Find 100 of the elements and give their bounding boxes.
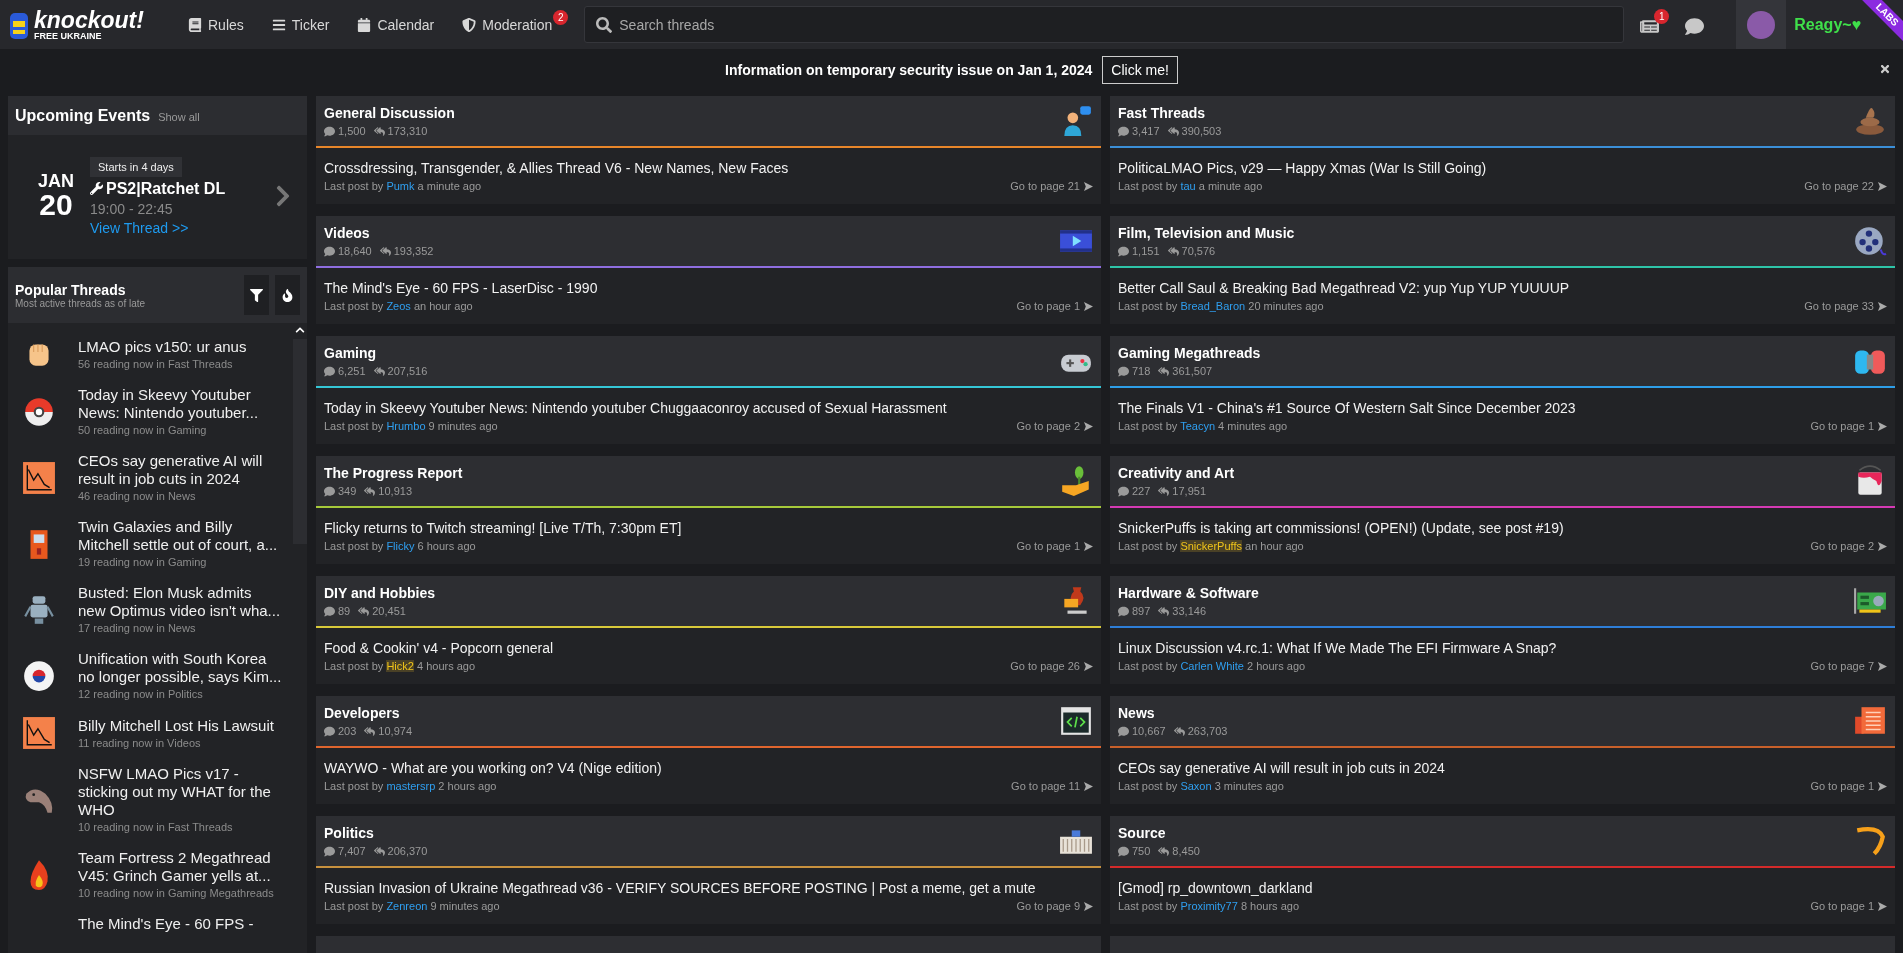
comment-icon [324,845,335,857]
popular-thread-title: Twin Galaxies and Billy Mitchell settle out of court, a... [78,518,279,554]
thread-title[interactable]: Today in Skeevy Youtuber News: Nintendo youtuber Chuggaaconroy accused of Sexual Harassment [324,400,1093,416]
popular-thread-item[interactable]: LMAO pics v150: ur anus 56 reading now in Fast Threads [22,337,293,371]
hot-button[interactable] [275,275,300,315]
thread-count: 3,417 [1132,125,1160,137]
user-link[interactable]: Carlen White [1180,660,1244,672]
user-link[interactable]: SnickerPuffs [1180,540,1242,552]
close-button[interactable] [1879,63,1891,75]
category-title[interactable]: Developers [324,705,1059,721]
thread-title[interactable]: PoliticaLMAO Pics, v29 — Happy Xmas (War Is Still Going) [1118,160,1887,176]
thread-title[interactable]: WAYWO - What are you working on? V4 (Nige edition) [324,760,1093,776]
go-to-page-link[interactable]: Go to page 9 [1016,900,1093,912]
notifications-button[interactable]: 1 [1640,9,1670,40]
chart-down-icon [22,716,56,750]
arrow-icon [1084,181,1093,191]
user-link[interactable]: Zeos [386,300,411,312]
reply-icon [1158,485,1170,497]
category-title[interactable]: Creativity and Art [1118,465,1853,481]
show-all-link[interactable]: Show all [158,111,200,123]
nav-link[interactable]: Rules [188,8,258,41]
thread-title[interactable]: SnickerPuffs is taking art commissions! (OPEN!) (Update, see post #19) [1118,520,1887,536]
arrow-icon [1878,901,1887,911]
user-link[interactable]: Zenreon [386,900,428,912]
popular-thread-item[interactable]: CEOs say generative AI will result in job cuts in 2024 46 reading now in News [22,452,293,503]
go-to-page-link[interactable]: Go to page 7 [1810,660,1887,672]
go-to-page-link[interactable]: Go to page 2 [1016,420,1093,432]
comment-icon [1118,605,1129,617]
arrow-icon [1878,421,1887,431]
category-title[interactable]: Hardware & Software [1118,585,1853,601]
go-to-page-link[interactable]: Go to page 11 [1011,780,1093,792]
reading-count: 56 reading now in Fast Threads [78,357,234,371]
go-to-page-link[interactable]: Go to page 1 [1016,300,1093,312]
popular-thread-item[interactable]: Team Fortress 2 Megathread V45: Grinch Gamer yells at... 10 reading now in Gaming Megathreads [22,849,293,900]
thread-title[interactable]: The Finals V1 - China's #1 Source Of Western Salt Since December 2023 [1118,400,1887,416]
view-thread-link[interactable]: View Thread >> [90,219,189,236]
nav-link[interactable]: Moderation 2 [462,8,567,41]
thread-title[interactable]: CEOs say generative AI will result in job cuts in 2024 [1118,760,1887,776]
post-count: 361,507 [1172,365,1213,377]
user-link[interactable]: Saxon [1180,780,1212,792]
thread-title[interactable]: The Mind's Eye - 60 FPS - LaserDisc - 1990 [324,280,1093,296]
thread-title[interactable]: Crossdressing, Transgender, & Allies Thread V6 - New Names, New Faces [324,160,1093,176]
thread-title[interactable]: Better Call Saul & Breaking Bad Megathread V2: yup Yup YUP YUUUUP [1118,280,1887,296]
reply-icon [364,725,376,737]
category-title[interactable]: Film, Television and Music [1118,225,1853,241]
popular-thread-item[interactable]: Twin Galaxies and Billy Mitchell settle out of court, a... 19 reading now in Gaming [22,518,293,569]
thread-title[interactable]: Linux Discussion v4.rc.1: What If We Made The EFI Firmware A Snap? [1118,640,1887,656]
go-to-page-link[interactable]: Go to page 1 [1810,780,1887,792]
user-link[interactable]: tau [1180,180,1196,192]
category-title[interactable]: News [1118,705,1853,721]
go-to-page-link[interactable]: Go to page 21 [1010,180,1093,192]
last-post-info: Last post by tau a minute ago [1118,180,1263,192]
category-title[interactable]: Fast Threads [1118,105,1853,121]
popular-thread-title: Unification with South Korea no longer possible, says Kim... [78,650,283,686]
category-title[interactable]: The Progress Report [324,465,1059,481]
nav-link[interactable]: Calendar [357,8,449,41]
category-title[interactable]: Videos [324,225,1059,241]
avatar-frame[interactable] [1736,0,1787,49]
username[interactable]: Reagy~♥ [1794,15,1862,34]
popular-thread-item[interactable]: Today in Skeevy Youtuber News: Nintendo youtuber... 50 reading now in Gaming [22,386,293,437]
user-link[interactable]: Teacyn [1180,420,1216,432]
category-title[interactable]: Politics [324,825,1059,841]
go-to-page-link[interactable]: Go to page 1 [1810,420,1887,432]
countdown-chip: Starts in 4 days [90,156,182,177]
popular-thread-item[interactable]: Billy Mitchell Lost His Lawsuit 11 reading now in Videos [22,716,293,750]
user-link[interactable]: Pumk [386,180,415,192]
popular-thread-item[interactable]: Busted: Elon Musk admits new Optimus video isn't wha... 17 reading now in News [22,584,293,635]
go-to-page-link[interactable]: Go to page 1 [1016,540,1093,552]
user-link[interactable]: Flicky [386,540,415,552]
popular-thread-item[interactable]: The Mind's Eye - 60 FPS - [22,915,293,933]
nav-link[interactable]: Ticker [271,8,344,41]
logo-text[interactable]: knockout! [34,8,144,32]
user-link[interactable]: Proximity77 [1180,900,1238,912]
go-to-page-link[interactable]: Go to page 33 [1804,300,1887,312]
popular-thread-item[interactable]: Unification with South Korea no longer possible, says Kim... 12 reading now in Politics [22,650,293,701]
go-to-page-link[interactable]: Go to page 26 [1010,660,1093,672]
search-field[interactable]: Search threads [584,6,1625,43]
filter-button[interactable] [244,275,269,315]
category-title[interactable]: Gaming Megathreads [1118,345,1853,361]
thread-title[interactable]: Food & Cookin' v4 - Popcorn general [324,640,1093,656]
user-link[interactable]: Hick2 [386,660,414,672]
category-title[interactable]: General Discussion [324,105,1059,121]
go-to-page-link[interactable]: Go to page 22 [1804,180,1887,192]
thread-title[interactable]: Russian Invasion of Ukraine Megathread v36 - VERIFY SOURCES BEFORE POSTING | Post a meme, get a mute [324,880,1093,896]
thread-title[interactable]: Flicky returns to Twitch streaming! [Live T/Th, 7:30pm ET] [324,520,1093,536]
category-title[interactable]: DIY and Hobbies [324,585,1059,601]
user-link[interactable]: Hrumbo [386,420,426,432]
go-to-page-link[interactable]: Go to page 1 [1810,900,1887,912]
thread-title[interactable]: [Gmod] rp_downtown_darkland [1118,880,1887,896]
popular-thread-title: CEOs say generative AI will result in job cuts in 2024 [78,452,264,488]
user-link[interactable]: mastersrp [386,780,436,792]
user-link[interactable]: Bread_Baron [1180,300,1246,312]
category-title[interactable]: Source [1118,825,1853,841]
announcement-button[interactable]: Click me! [1102,55,1178,84]
popular-thread-item[interactable]: NSFW LMAO Pics v17 - sticking out my WHAT for the WHO 10 reading now in Fast Threads [22,765,293,834]
thread-count: 1,500 [338,125,366,137]
list-icon [271,17,286,32]
arrow-icon [1084,301,1093,311]
go-to-page-link[interactable]: Go to page 2 [1810,540,1887,552]
category-title[interactable]: Gaming [324,345,1059,361]
